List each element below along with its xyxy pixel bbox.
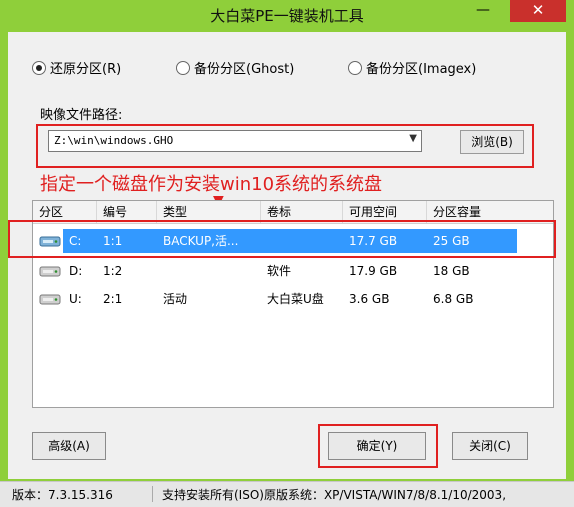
cell-free: 3.6 GB [349, 292, 390, 306]
cell-drive: D: [69, 264, 83, 278]
radio-backup-ghost[interactable]: 备份分区(Ghost) [176, 60, 294, 80]
cell-label: 软件 [267, 264, 292, 278]
close-button[interactable]: 关闭(C) [452, 432, 528, 460]
cell-size: 18 GB [433, 264, 470, 278]
radio-backup-imagex[interactable]: 备份分区(Imagex) [348, 60, 476, 80]
version-text: 版本：7.3.15.316 [12, 488, 113, 502]
app-window: 大白菜PE一键装机工具 — ✕ 还原分区(R) 备份分区(Ghost) 备份分区… [0, 0, 574, 507]
cell-drive: U: [69, 292, 82, 306]
advanced-button[interactable]: 高级(A) [32, 432, 106, 460]
status-separator [152, 486, 153, 502]
radio-restore[interactable]: 还原分区(R) [32, 60, 121, 80]
support-text: 支持安装所有(ISO)原版系统：XP/VISTA/WIN7/8/8.1/10/2… [162, 488, 507, 502]
image-path-label: 映像文件路径: [40, 108, 123, 123]
cell-number: 2:1 [103, 292, 123, 306]
ok-button[interactable]: 确定(Y) [328, 432, 426, 460]
radio-label: 还原分区(R) [50, 62, 122, 77]
radio-dot-icon [176, 61, 190, 75]
cell-label: 大白菜U盘 [267, 292, 324, 306]
radio-label: 备份分区(Ghost) [194, 62, 295, 77]
radio-label: 备份分区(Imagex) [366, 62, 477, 77]
hard-drive-icon [39, 266, 61, 277]
annotation-text: 指定一个磁盘作为安装win10系统的系统盘 [40, 174, 383, 195]
highlight-box-row [8, 220, 556, 258]
cell-type: 活动 [163, 292, 188, 306]
radio-dot-icon [348, 61, 362, 75]
status-bar: 版本：7.3.15.316 支持安装所有(ISO)原版系统：XP/VISTA/W… [0, 481, 574, 507]
cell-free: 17.9 GB [349, 264, 398, 278]
table-row[interactable]: U: 2:1 活动 大白菜U盘 3.6 GB 6.8 GB [33, 285, 553, 313]
usb-drive-icon [39, 294, 61, 305]
radio-dot-icon [32, 61, 46, 75]
table-row[interactable]: D: 1:2 软件 17.9 GB 18 GB [33, 257, 553, 285]
minimize-button[interactable]: — [464, 0, 502, 22]
close-window-button[interactable]: ✕ [510, 0, 566, 22]
image-path-value: Z:\win\windows.GHO [54, 134, 174, 147]
cell-type [157, 257, 261, 285]
title-bar: 大白菜PE一键装机工具 — ✕ [0, 0, 574, 32]
browse-button[interactable]: 浏览(B) [460, 130, 524, 154]
image-path-combobox[interactable]: Z:\win\windows.GHO ▼ [48, 130, 422, 152]
chevron-down-icon[interactable]: ▼ [409, 133, 417, 144]
cell-size: 6.8 GB [433, 292, 474, 306]
cell-number: 1:2 [103, 264, 123, 278]
